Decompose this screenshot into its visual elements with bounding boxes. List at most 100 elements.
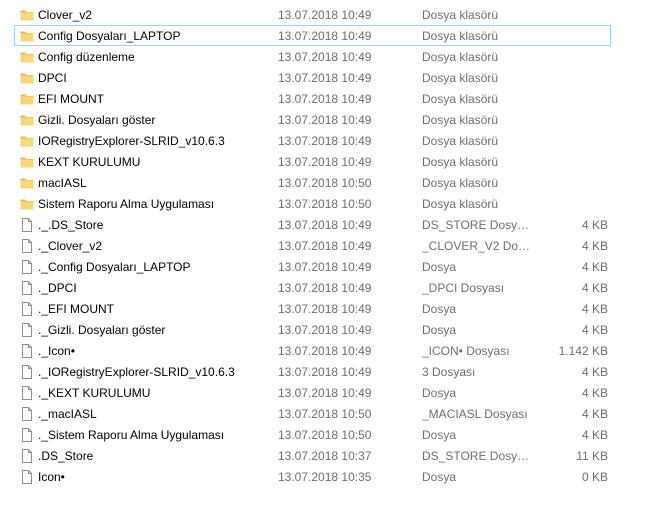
folder-row[interactable]: EFI MOUNT 13.07.2018 10:49 Dosya klasörü <box>14 88 611 109</box>
file-icon <box>20 239 34 253</box>
file-icon <box>20 344 34 358</box>
item-size: 0 KB <box>581 470 608 484</box>
file-icon <box>20 302 34 316</box>
item-name: ._EFI MOUNT <box>38 302 115 316</box>
item-type: Dosya <box>422 323 457 337</box>
folder-row[interactable]: Config Dosyaları_LAPTOP 13.07.2018 10:49 D… <box>14 25 611 46</box>
item-type: 3 Dosyası <box>422 365 476 379</box>
file-row[interactable]: ._EFI MOUNT 13.07.2018 10:49 Dosya 4 KB <box>14 298 611 319</box>
file-row[interactable]: ._IORegistryExplorer-SLRID_v10.6.3 13.07.… <box>14 361 611 382</box>
file-icon <box>20 470 34 484</box>
item-name: ._Icon• <box>38 344 75 358</box>
item-name: ._macIASL <box>38 407 97 421</box>
item-date-modified: 13.07.2018 10:49 <box>278 218 372 232</box>
item-name: macIASL <box>38 176 87 190</box>
item-date-modified: 13.07.2018 10:49 <box>278 386 372 400</box>
item-date-modified: 13.07.2018 10:49 <box>278 29 372 43</box>
item-type: Dosya <box>422 470 457 484</box>
item-date-modified: 13.07.2018 10:50 <box>278 197 372 211</box>
folder-icon <box>20 50 34 64</box>
item-type: _DPCI Dosyası <box>422 281 505 295</box>
file-row[interactable]: ._Clover_v2 13.07.2018 10:49 _CLOVER_V2 Do… <box>14 235 611 256</box>
item-type: Dosya klasörü <box>422 113 499 127</box>
item-date-modified: 13.07.2018 10:49 <box>278 323 372 337</box>
item-type: DS_STORE Dosyası <box>422 449 532 463</box>
folder-icon <box>20 197 34 211</box>
item-size: 4 KB <box>581 281 608 295</box>
item-type: Dosya klasörü <box>422 71 499 85</box>
item-type: Dosya klasörü <box>422 29 499 43</box>
item-date-modified: 13.07.2018 10:49 <box>278 113 372 127</box>
item-type: Dosya klasörü <box>422 50 499 64</box>
file-icon <box>20 260 34 274</box>
item-date-modified: 13.07.2018 10:49 <box>278 92 372 106</box>
folder-row[interactable]: DPCI 13.07.2018 10:49 Dosya klasörü <box>14 67 611 88</box>
item-type: Dosya klasörü <box>422 92 499 106</box>
item-date-modified: 13.07.2018 10:37 <box>278 449 372 463</box>
folder-icon <box>20 71 34 85</box>
item-name: ._Config Dosyaları_LAPTOP <box>38 260 191 274</box>
folder-icon <box>20 113 34 127</box>
folder-icon <box>20 29 34 43</box>
item-size: 4 KB <box>581 323 608 337</box>
item-name: DPCI <box>38 71 67 85</box>
folder-icon <box>20 155 34 169</box>
item-date-modified: 13.07.2018 10:49 <box>278 302 372 316</box>
item-name: IORegistryExplorer-SLRID_v10.6.3 <box>38 134 225 148</box>
item-name: Gizli. Dosyaları göster <box>38 113 156 127</box>
folder-row[interactable]: KEXT KURULUMU 13.07.2018 10:49 Dosya klasö… <box>14 151 611 172</box>
item-size: 4 KB <box>581 428 608 442</box>
file-icon <box>20 323 34 337</box>
item-size: 4 KB <box>581 386 608 400</box>
file-row[interactable]: ._Sistem Raporu Alma Uygulaması 13.07.201… <box>14 424 611 445</box>
item-name: ._Clover_v2 <box>38 239 103 253</box>
folder-row[interactable]: Clover_v2 13.07.2018 10:49 Dosya klasörü <box>14 4 611 25</box>
file-row[interactable]: ._Icon• 13.07.2018 10:49 _ICON• Dosyası 1.1… <box>14 340 611 361</box>
file-row[interactable]: Icon• 13.07.2018 10:35 Dosya 0 KB <box>14 466 611 487</box>
item-name: ._KEXT KURULUMU <box>38 386 151 400</box>
item-date-modified: 13.07.2018 10:49 <box>278 260 372 274</box>
file-row[interactable]: ._.DS_Store 13.07.2018 10:49 DS_STORE Dosy… <box>14 214 611 235</box>
file-row[interactable]: ._macIASL 13.07.2018 10:50 _MACIASL Dosyas… <box>14 403 611 424</box>
item-size: 4 KB <box>581 218 608 232</box>
file-row[interactable]: ._KEXT KURULUMU 13.07.2018 10:49 Dosya 4 KB <box>14 382 611 403</box>
item-size: 11 KB <box>576 449 608 463</box>
folder-row[interactable]: IORegistryExplorer-SLRID_v10.6.3 13.07.20… <box>14 130 611 151</box>
file-row[interactable]: ._Config Dosyaları_LAPTOP 13.07.2018 10:4… <box>14 256 611 277</box>
file-row[interactable]: .DS_Store 13.07.2018 10:37 DS_STORE Dosyas… <box>14 445 611 466</box>
item-type: _ICON• Dosyası <box>422 344 510 358</box>
item-type: Dosya klasörü <box>422 8 499 22</box>
item-size: 1.142 KB <box>558 344 608 358</box>
folder-icon <box>20 176 34 190</box>
folder-row[interactable]: Sistem Raporu Alma Uygulaması 13.07.2018 … <box>14 193 611 214</box>
item-name: Config Dosyaları_LAPTOP <box>38 29 181 43</box>
item-size: 4 KB <box>581 365 608 379</box>
item-date-modified: 13.07.2018 10:49 <box>278 155 372 169</box>
item-name: KEXT KURULUMU <box>38 155 141 169</box>
item-date-modified: 13.07.2018 10:50 <box>278 407 372 421</box>
item-type: Dosya klasörü <box>422 155 499 169</box>
file-row[interactable]: ._Gizli. Dosyaları göster 13.07.2018 10:4… <box>14 319 611 340</box>
item-size: 4 KB <box>581 302 608 316</box>
file-icon <box>20 407 34 421</box>
folder-icon <box>20 8 34 22</box>
item-name: Config düzenleme <box>38 50 135 64</box>
item-type: Dosya klasörü <box>422 197 499 211</box>
folder-row[interactable]: Gizli. Dosyaları göster 13.07.2018 10:49 D… <box>14 109 611 130</box>
item-date-modified: 13.07.2018 10:49 <box>278 134 372 148</box>
folder-row[interactable]: macIASL 13.07.2018 10:50 Dosya klasörü <box>14 172 611 193</box>
file-icon <box>20 428 34 442</box>
item-name: Sistem Raporu Alma Uygulaması <box>38 197 215 211</box>
item-name: Icon• <box>38 470 65 484</box>
file-row[interactable]: ._DPCI 13.07.2018 10:49 _DPCI Dosyası 4 KB <box>14 277 611 298</box>
item-name: ._.DS_Store <box>38 218 104 232</box>
item-type: _MACIASL Dosyası <box>422 407 528 421</box>
file-icon <box>20 218 34 232</box>
item-name: ._IORegistryExplorer-SLRID_v10.6.3 <box>38 365 235 379</box>
item-name: ._Sistem Raporu Alma Uygulaması <box>38 428 225 442</box>
item-type: DS_STORE Dosyası <box>422 218 532 232</box>
item-name: Clover_v2 <box>38 8 93 22</box>
folder-row[interactable]: Config düzenleme 13.07.2018 10:49 Dosya kl… <box>14 46 611 67</box>
file-list: Clover_v2 13.07.2018 10:49 Dosya klasörü Co… <box>0 0 646 507</box>
item-type: Dosya klasörü <box>422 176 499 190</box>
